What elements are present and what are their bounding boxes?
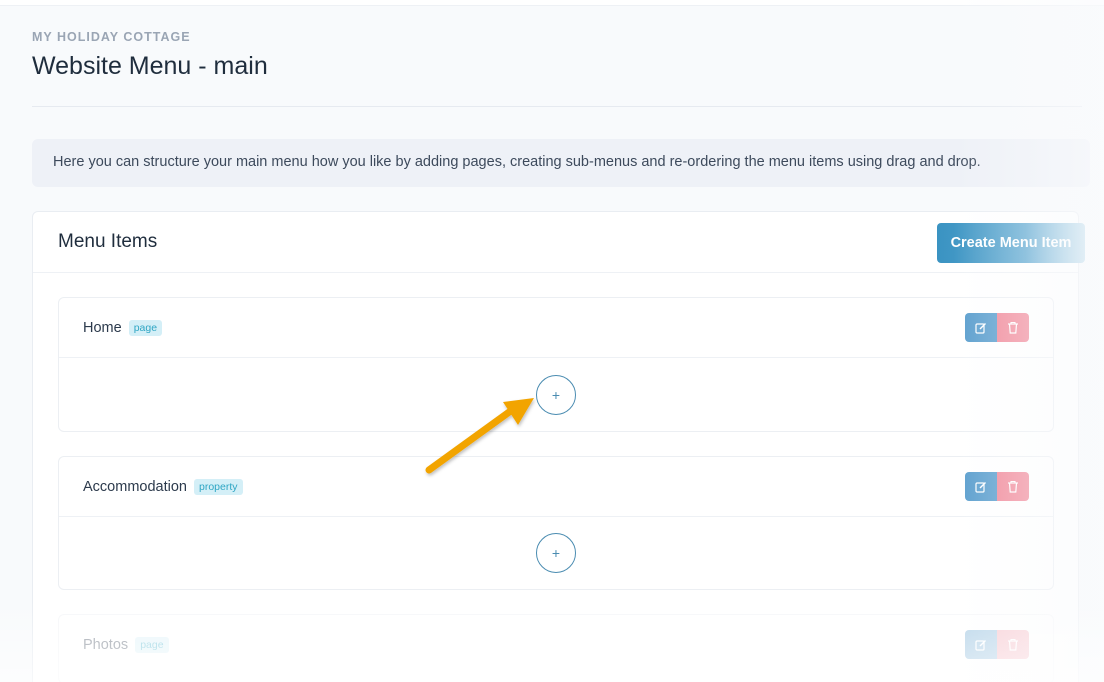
menu-item-header: Home page <box>59 298 1053 358</box>
trash-icon <box>1008 321 1018 334</box>
edit-button[interactable] <box>965 313 997 342</box>
edit-icon <box>975 322 986 334</box>
menu-item-label: Home page <box>83 320 163 336</box>
header-divider <box>32 106 1082 107</box>
type-badge: page <box>135 637 169 653</box>
top-bar <box>0 0 1104 6</box>
menu-items-card: Menu Items Create Menu Item Home page + … <box>32 211 1085 682</box>
edit-button[interactable] <box>965 630 997 659</box>
info-text: Here you can structure your main menu ho… <box>53 154 981 170</box>
delete-button[interactable] <box>997 313 1029 342</box>
page-title: Website Menu - main <box>32 52 268 80</box>
card-header: Menu Items Create Menu Item <box>33 212 1085 273</box>
menu-item-title: Home <box>83 320 122 336</box>
item-actions <box>965 313 1029 342</box>
add-submenu-button[interactable]: + <box>536 375 576 415</box>
menu-item-label: Photos page <box>83 637 169 653</box>
menu-item-photos[interactable]: Photos page <box>58 614 1054 682</box>
menu-item-label: Accommodation property <box>83 479 243 495</box>
trash-icon <box>1008 480 1018 493</box>
menu-item-title: Accommodation <box>83 479 187 495</box>
type-badge: page <box>128 320 163 336</box>
item-actions <box>965 630 1029 659</box>
menu-item-header: Accommodation property <box>59 457 1053 517</box>
edit-icon <box>975 481 986 493</box>
type-badge: property <box>194 479 243 495</box>
menu-item-accommodation[interactable]: Accommodation property + <box>58 456 1054 590</box>
add-submenu-button[interactable]: + <box>536 533 576 573</box>
site-name: MY HOLIDAY COTTAGE <box>32 30 191 44</box>
menu-item-home[interactable]: Home page + <box>58 297 1054 432</box>
card-title: Menu Items <box>58 231 158 252</box>
menu-item-title: Photos <box>83 637 129 653</box>
item-actions <box>965 472 1029 501</box>
delete-button[interactable] <box>997 630 1029 659</box>
create-menu-item-button[interactable]: Create Menu Item <box>937 223 1085 263</box>
delete-button[interactable] <box>997 472 1029 501</box>
edit-icon <box>975 639 986 651</box>
trash-icon <box>1008 638 1018 651</box>
info-banner: Here you can structure your main menu ho… <box>32 139 1090 187</box>
edit-button[interactable] <box>965 472 997 501</box>
